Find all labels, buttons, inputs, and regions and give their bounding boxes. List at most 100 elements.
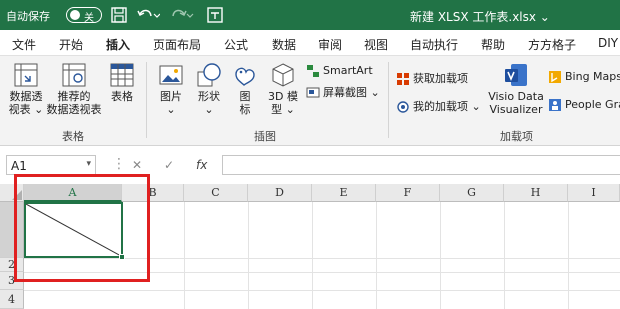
save-icon[interactable] [110,6,128,24]
table-button[interactable]: 表格 [104,62,140,103]
pivot-table-label-2: 视表 ⌄ [8,103,44,116]
icons-label-2: 标 [239,103,251,116]
people-graph-label: People Gra [565,98,620,111]
tab-diy[interactable]: DIY [598,36,618,50]
separator [388,62,389,138]
my-addins-label: 我的加载项 ⌄ [413,100,481,113]
screenshot-button[interactable]: 屏幕截图 ⌄ [306,84,380,100]
gridline [184,202,185,309]
autosave-toggle[interactable]: 关 [66,7,102,24]
highlight-box [14,174,150,282]
cancel-icon[interactable]: ✕ [132,158,142,172]
3d-models-label-1: 3D 模 [268,90,298,103]
tab-data[interactable]: 数据 [272,36,296,53]
gridline [504,202,505,309]
shapes-icon [197,63,221,87]
shapes-label-1: 形状 [198,90,220,103]
undo-icon[interactable] [136,6,160,24]
bing-maps-label: Bing Maps [565,70,620,83]
tab-file[interactable]: 文件 [12,36,36,53]
recommended-pivot-label-1: 推荐的 [57,90,91,103]
name-box-value: A1 [11,159,27,173]
tab-home[interactable]: 开始 [59,36,83,53]
column-header-f[interactable]: F [376,184,440,202]
tab-insert[interactable]: 插入 [106,36,131,59]
screenshot-label: 屏幕截图 ⌄ [323,86,380,99]
smartart-button[interactable]: SmartArt [306,64,373,78]
pictures-label-1: 图片 [160,90,182,103]
document-title[interactable]: 新建 XLSX 工作表.xlsx ⌄ [410,8,550,25]
gridline [24,290,620,291]
formula-input[interactable] [222,155,620,175]
column-header-i[interactable]: I [568,184,620,202]
icons-button[interactable]: 图 标 [230,62,260,116]
gridline [568,202,569,309]
tab-help[interactable]: 帮助 [481,36,505,53]
redo-icon[interactable] [170,6,194,24]
drag-handle-icon[interactable]: ⋮ [112,156,126,172]
visio-icon [505,64,527,86]
smartart-icon [307,65,319,77]
pictures-button[interactable]: 图片 ⌄ [154,62,188,116]
pictures-label-2: ⌄ [166,103,176,116]
table-label: 表格 [111,90,133,103]
visio-label-1: Visio Data [488,90,544,103]
gridline [440,202,441,309]
column-header-h[interactable]: H [504,184,568,202]
toggle-knob [70,10,80,20]
icons-label-1: 图 [239,90,251,103]
gridline [312,202,313,309]
ribbon-tabs: 文件 开始 插入 页面布局 公式 数据 审阅 视图 自动执行 帮助 方方格子 D… [0,30,620,59]
tab-page-layout[interactable]: 页面布局 [153,36,201,53]
people-graph-button[interactable]: People Gra [548,98,620,112]
shapes-label-2: ⌄ [204,103,214,116]
3d-models-button[interactable]: 3D 模 型 ⌄ [264,62,302,116]
tab-automate[interactable]: 自动执行 [410,36,458,53]
my-addins-icon [397,101,409,113]
store-icon [397,73,409,85]
table-icon [110,63,134,87]
title-bar: 自动保存 关 新建 XLSX 工作表.xlsx ⌄ [0,0,620,30]
separator [146,62,147,138]
pivot-table-icon [14,63,38,87]
tab-formulas[interactable]: 公式 [224,36,248,53]
recommended-pivot-icon [62,63,86,87]
group-illustrations-label: 插图 [254,130,276,143]
row-header-4[interactable]: 4 [0,290,24,309]
group-addins-label: 加载项 [500,130,533,143]
insert-function-icon[interactable]: fx [196,158,207,172]
bing-maps-icon [549,71,561,83]
toggle-text: 关 [84,13,94,24]
visio-label-2: Visualizer [489,103,543,116]
enter-icon[interactable]: ✓ [164,158,174,172]
tab-review[interactable]: 审阅 [318,36,342,53]
ribbon-insert: 数据透 视表 ⌄ 推荐的 数据透视表 表格 表格 图片 ⌄ 形状 ⌄ 图 标 3… [0,56,620,146]
gridline [376,202,377,309]
gridline [248,202,249,309]
name-box[interactable]: A1 ▾ [6,155,96,175]
my-addins-button[interactable]: 我的加载项 ⌄ [396,98,481,114]
icons-icon [235,67,255,86]
3d-models-label-2: 型 ⌄ [271,103,295,116]
column-header-g[interactable]: G [440,184,504,202]
recommended-pivot-button[interactable]: 推荐的 数据透视表 [46,62,102,116]
tab-view[interactable]: 视图 [364,36,388,53]
group-tables-label: 表格 [62,130,84,143]
column-header-d[interactable]: D [248,184,312,202]
pivot-table-label-1: 数据透 [9,90,43,103]
cube-icon [272,63,294,87]
autosave-label: 自动保存 [6,10,50,23]
column-header-e[interactable]: E [312,184,376,202]
recommended-pivot-label-2: 数据透视表 [46,103,102,116]
chevron-down-icon: ▾ [86,159,91,169]
bing-maps-button[interactable]: Bing Maps [548,70,620,84]
shapes-button[interactable]: 形状 ⌄ [192,62,226,116]
picture-icon [159,65,183,85]
tab-fangfang[interactable]: 方方格子 [528,36,576,53]
pivot-table-button[interactable]: 数据透 视表 ⌄ [6,62,46,116]
visio-visualizer-button[interactable]: Visio Data Visualizer [486,62,546,116]
column-header-c[interactable]: C [184,184,248,202]
get-addins-button[interactable]: 获取加载项 [396,70,468,86]
customize-qat-icon[interactable] [206,6,224,24]
people-graph-icon [549,99,561,111]
